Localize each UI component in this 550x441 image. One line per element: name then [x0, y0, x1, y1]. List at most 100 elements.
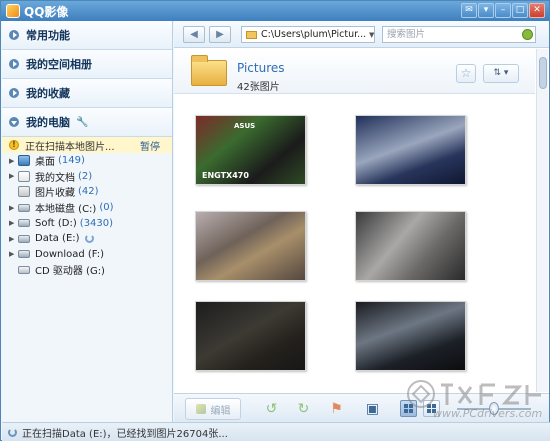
photo-thumbnail[interactable]: [195, 301, 306, 371]
section-label: 我的空间相册: [26, 58, 92, 71]
sidebar-section-qzone-album[interactable]: 我的空间相册: [2, 50, 172, 79]
edit-pen-icon: [195, 404, 206, 414]
sidebar-section-common[interactable]: 常用功能: [2, 21, 172, 50]
tree-item-drive-f[interactable]: ▶ Download (F:): [2, 247, 172, 263]
close-icon[interactable]: ✕: [529, 3, 545, 18]
tree-item-label: 图片收藏: [35, 188, 75, 200]
folder-name: Pictures: [237, 61, 285, 75]
path-field[interactable]: C:\Users\plum\Pictur... ▼: [241, 26, 375, 43]
edit-button[interactable]: 编辑: [185, 398, 241, 420]
section-label: 常用功能: [26, 29, 70, 42]
tree-item-label: Data (E:): [35, 233, 80, 245]
forward-arrow-icon[interactable]: ▶: [209, 26, 231, 43]
status-bar: 正在扫描Data (E:)，已经找到图片26704张...: [2, 422, 550, 441]
sidebar-section-favorites[interactable]: 我的收藏: [2, 79, 172, 108]
zoom-slider-knob[interactable]: [489, 402, 499, 415]
tree-item-drive-e[interactable]: ▶ Data (E:): [2, 231, 172, 247]
sidebar-section-my-computer[interactable]: 我的电脑 🔧: [2, 108, 172, 137]
title-bar[interactable]: QQ影像 ✉ ▾ – □ ✕: [1, 1, 549, 21]
tree-item-drive-c[interactable]: ▶ 本地磁盘 (C:) (0): [2, 200, 172, 216]
folder-image-count: 42张图片: [237, 82, 280, 93]
scrollbar-thumb[interactable]: [539, 57, 547, 89]
tree-item-label: Soft (D:): [35, 217, 77, 229]
expand-arrow-icon: [9, 59, 19, 69]
back-arrow-icon[interactable]: ◀: [183, 26, 205, 43]
tree-item-label: Download (F:): [35, 248, 105, 260]
warning-icon: !: [9, 140, 19, 150]
dropdown-arrow-icon[interactable]: ▼: [366, 31, 374, 39]
expand-triangle-icon[interactable]: ▶: [9, 250, 17, 258]
expand-arrow-icon: [9, 30, 19, 40]
bottom-toolbar: 编辑 ↺ ↻ ⚑ ▣: [174, 393, 549, 422]
tree-item-drive-d[interactable]: ▶ Soft (D:) (3430): [2, 215, 172, 231]
tree-item-count: (42): [78, 186, 99, 198]
disk-icon: [18, 250, 30, 259]
rotate-left-icon[interactable]: ↺: [263, 401, 280, 417]
grid-view-button[interactable]: [400, 400, 417, 417]
tree-item-label: 我的文档: [35, 172, 75, 184]
window-controls: ✉ ▾ – □ ✕: [460, 3, 545, 18]
expand-triangle-icon[interactable]: ▶: [9, 172, 17, 180]
expand-triangle-icon[interactable]: ▶: [9, 204, 17, 212]
folder-header: Pictures 42张图片 ☆ ⇅ ▾: [174, 49, 535, 94]
minimize-icon[interactable]: –: [495, 3, 511, 18]
collapse-arrow-icon: [9, 117, 19, 127]
flag-icon[interactable]: ⚑: [328, 401, 345, 417]
disk-icon: [18, 234, 30, 243]
photo-thumbnail[interactable]: [355, 301, 466, 371]
tree-item-count: (3430): [79, 217, 114, 229]
small-grid-icon: [427, 404, 436, 413]
tree-item-cd-drive[interactable]: CD 驱动器 (G:): [2, 262, 172, 278]
tree-item-documents[interactable]: ▶ 我的文档 (2): [2, 169, 172, 185]
skin-icon[interactable]: ▾: [478, 3, 494, 18]
photo-thumbnail[interactable]: [355, 115, 466, 185]
documents-icon: [18, 170, 30, 182]
sidebar: 常用功能 我的空间相册 我的收藏 我的电脑 🔧 ! 正在扫描本地图片... 暂停…: [2, 21, 173, 422]
slideshow-icon[interactable]: ▣: [364, 401, 381, 417]
disk-icon: [18, 203, 30, 212]
folder-icon: [191, 55, 227, 86]
list-view-button[interactable]: [423, 400, 440, 417]
photo-thumbnail[interactable]: [195, 211, 306, 281]
expand-arrow-icon: [9, 88, 19, 98]
tree-item-pictures[interactable]: 图片收藏 (42): [2, 184, 172, 200]
thumbnail-caption: ENGTX470: [202, 171, 249, 180]
scan-notice: ! 正在扫描本地图片... 暂停: [2, 137, 172, 153]
search-go-icon[interactable]: [522, 29, 533, 40]
pause-scan-link[interactable]: 暂停: [140, 138, 160, 153]
tree-item-desktop[interactable]: ▶ 桌面 (149): [2, 153, 172, 169]
vertical-scrollbar[interactable]: [536, 49, 548, 392]
path-text: C:\Users\plum\Pictur...: [261, 29, 367, 40]
app-title: QQ影像: [24, 4, 69, 19]
expand-triangle-icon[interactable]: ▶: [9, 157, 17, 165]
main-panel: ◀ ▶ C:\Users\plum\Pictur... ▼ 搜索图片 Pictu…: [174, 21, 549, 422]
folder-icon: [246, 30, 257, 39]
photo-thumbnail[interactable]: [355, 211, 466, 281]
favorite-star-icon[interactable]: ☆: [456, 64, 476, 83]
status-text: 正在扫描Data (E:)，已经找到图片26704张...: [22, 428, 228, 440]
search-input[interactable]: 搜索图片: [382, 26, 536, 43]
maximize-icon[interactable]: □: [512, 3, 528, 18]
tree-item-label: 桌面: [35, 157, 55, 169]
chat-icon[interactable]: ✉: [461, 3, 477, 18]
app-window: QQ影像 ✉ ▾ – □ ✕ 常用功能 我的空间相册 我的收藏 我的电脑 🔧 !…: [0, 0, 550, 441]
rotate-right-icon[interactable]: ↻: [295, 401, 312, 417]
thumbnail-grid: ASUS ENGTX470: [174, 95, 535, 392]
grid-view-icon: [404, 404, 413, 413]
loading-spinner-icon: [8, 427, 17, 437]
qq-image-logo-icon: [6, 4, 20, 18]
tree-item-label: CD 驱动器 (G:): [35, 266, 105, 278]
tree-item-label: 本地磁盘 (C:): [35, 204, 97, 216]
loading-spinner-icon: [84, 234, 94, 244]
tree-item-count: (149): [58, 155, 85, 167]
thumbnail-logo: ASUS: [234, 122, 256, 130]
tree-item-count: (2): [78, 170, 93, 182]
expand-triangle-icon[interactable]: ▶: [9, 219, 17, 227]
sort-button[interactable]: ⇅ ▾: [483, 64, 519, 83]
settings-wrench-icon[interactable]: 🔧: [76, 117, 88, 128]
section-label: 我的收藏: [26, 87, 70, 100]
desktop-icon: [18, 155, 30, 167]
expand-triangle-icon[interactable]: ▶: [9, 235, 17, 243]
section-label: 我的电脑: [26, 116, 70, 129]
photo-thumbnail[interactable]: ASUS ENGTX470: [195, 115, 306, 185]
